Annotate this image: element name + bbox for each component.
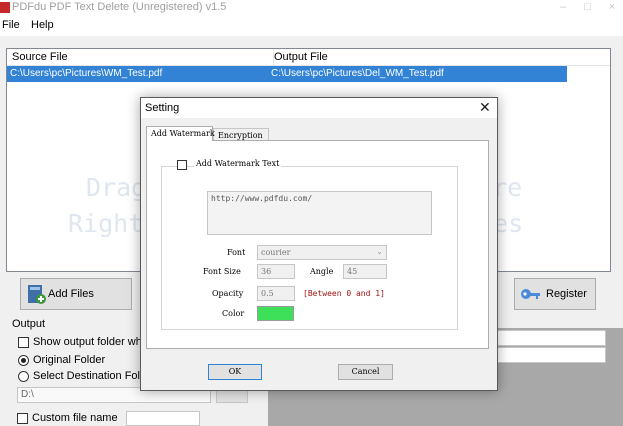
menu-file[interactable]: File [2,19,20,31]
font-size-label: Font Size [203,267,241,276]
cancel-button[interactable]: Cancel [338,364,393,380]
custom-name-checkbox[interactable] [17,413,28,424]
row-output-cell: C:\Users\pc\Pictures\Del_WM_Test.pdf [271,68,444,79]
add-files-button[interactable]: Add Files [20,278,132,310]
select-folder-radio[interactable] [18,371,29,382]
dialog-title-bar [141,98,497,118]
chevron-down-icon: ⌄ [376,247,383,256]
add-watermark-label: Add Watermark Text [194,159,282,168]
add-files-label: Add Files [48,288,94,300]
close-icon[interactable]: ✕ [479,99,491,116]
show-folder-checkbox[interactable] [18,337,29,348]
dialog-title: Setting [145,102,180,114]
ok-button[interactable]: OK [208,364,262,380]
original-folder-label: Original Folder [33,354,106,366]
pdf-app-icon [0,2,10,13]
register-label: Register [546,288,587,300]
color-label: Color [222,309,245,318]
output-section-label: Output [12,318,46,330]
drag-hint-line1-left: Drag [86,173,147,202]
column-header-source[interactable]: Source File [12,51,68,63]
key-icon [521,289,540,299]
opacity-hint: [Between 0 and 1] [303,289,385,298]
font-select[interactable]: courier ⌄ [257,245,387,260]
opacity-label: Opacity [212,289,244,298]
font-label: Font [227,248,246,257]
font-size-field[interactable]: 36 [257,264,295,279]
custom-name-label: Custom file name [32,412,118,424]
angle-field[interactable]: 45 [343,264,387,279]
select-folder-label: Select Destination Folder [33,370,156,382]
angle-label: Angle [310,267,334,276]
opacity-field[interactable]: 0.5 [257,286,295,301]
add-files-icon [28,285,46,304]
window-title: PDFdu PDF Text Delete (Unregistered) v1.… [12,1,227,13]
register-button[interactable]: Register [514,278,596,310]
tab-add-watermark[interactable]: Add Watermark [146,126,215,141]
column-header-output[interactable]: Output File [274,51,328,63]
drag-hint-line2-left: Right [68,209,144,238]
add-watermark-checkbox[interactable] [177,160,187,170]
original-folder-radio[interactable] [18,355,29,366]
font-value: courier [261,248,291,257]
watermark-text-area[interactable]: http://www.pdfdu.com/ [207,191,432,235]
list-blank-area [567,66,609,270]
color-swatch[interactable] [257,306,294,321]
menu-help[interactable]: Help [31,19,54,31]
window-controls[interactable]: –□× [560,1,623,13]
menu-bar [0,16,623,36]
setting-dialog: Setting ✕ Add Watermark Encryption Add W… [140,97,498,391]
row-source-cell: C:\Users\pc\Pictures\WM_Test.pdf [10,68,163,79]
custom-name-field[interactable] [126,411,200,426]
